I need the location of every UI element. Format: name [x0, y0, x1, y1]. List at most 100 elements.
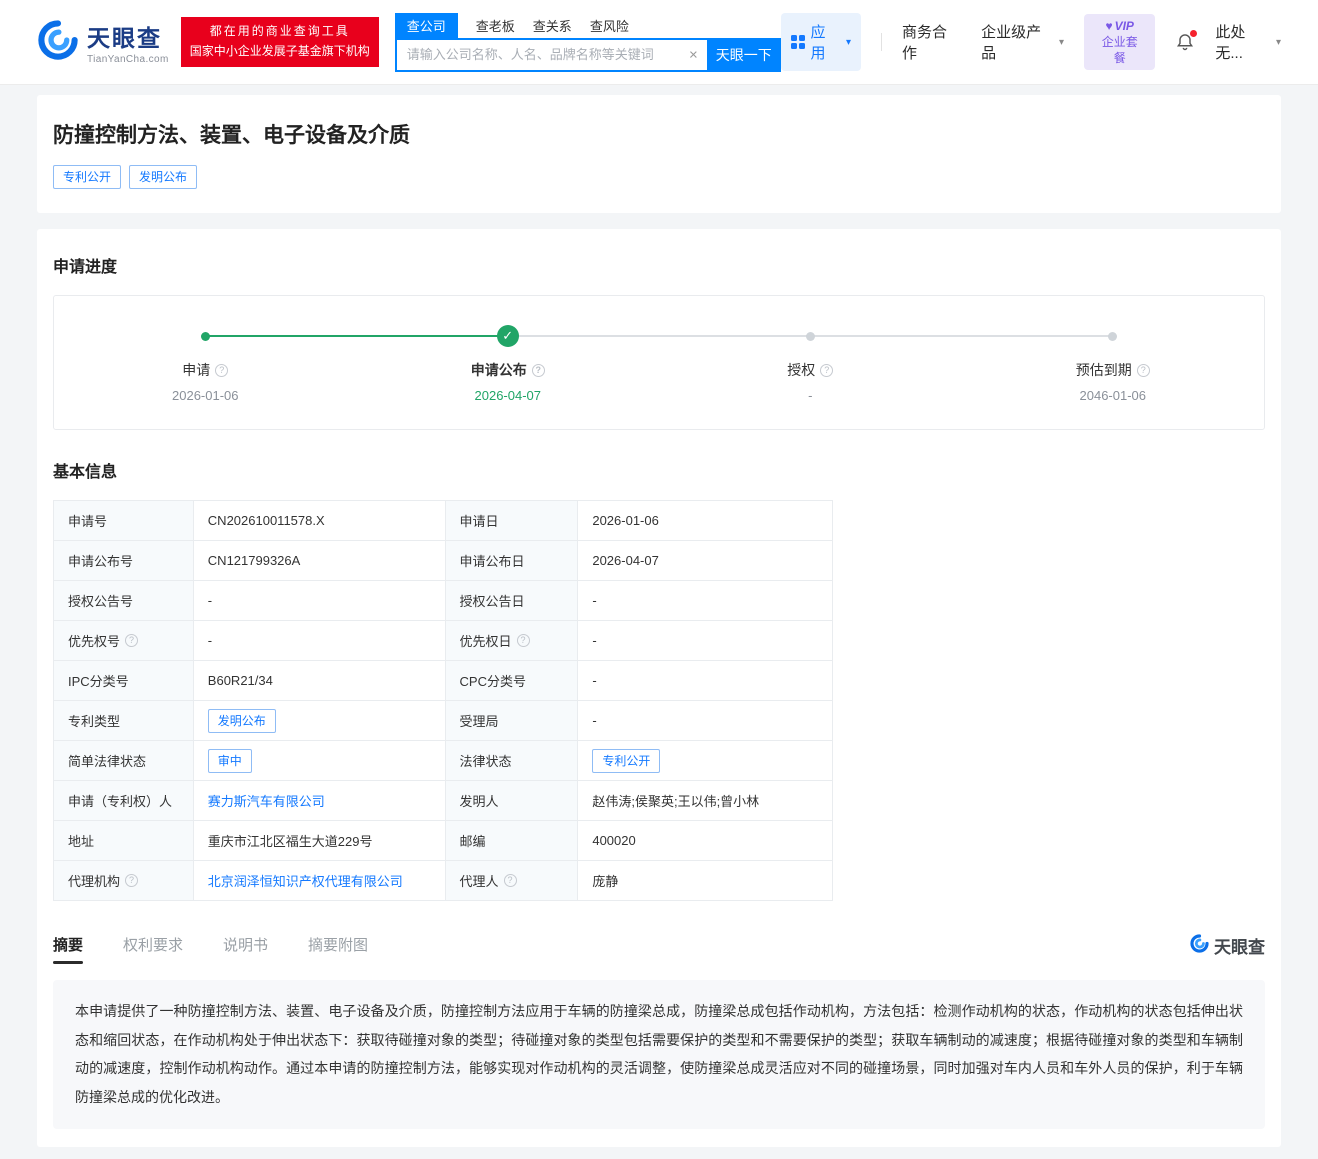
info-label: 法律状态 — [445, 741, 578, 781]
check-icon: ✓ — [497, 325, 519, 347]
info-label: 受理局 — [445, 701, 578, 741]
info-row: 专利类型 发明公布 受理局 - — [54, 701, 833, 741]
info-value: 2026-01-06 — [578, 501, 833, 541]
help-icon[interactable]: ? — [1137, 364, 1150, 377]
nav-business-cooperation[interactable]: 商务合作 — [902, 21, 961, 63]
promo-badge: 都在用的商业查询工具 国家中小企业发展子基金旗下机构 — [181, 17, 379, 67]
help-icon[interactable]: ? — [215, 364, 228, 377]
search-area: 查公司 查老板 查关系 查风险 × 天眼一下 — [395, 13, 781, 72]
step-label: 申请公布 — [471, 360, 527, 380]
info-value: - — [578, 701, 833, 741]
notification-bell-icon[interactable] — [1175, 32, 1195, 52]
info-label: 地址 — [54, 821, 194, 861]
tag-patent-publication: 专利公开 — [53, 165, 121, 189]
info-value: 北京润泽恒知识产权代理有限公司 — [193, 861, 445, 901]
agency-link[interactable]: 北京润泽恒知识产权代理有限公司 — [208, 874, 403, 889]
help-icon[interactable]: ? — [504, 874, 517, 887]
info-value: 审中 — [193, 741, 445, 781]
info-row: 地址 重庆市江北区福生大道229号 邮编 400020 — [54, 821, 833, 861]
info-label: CPC分类号 — [445, 661, 578, 701]
apps-label: 应用 — [811, 21, 840, 63]
help-icon[interactable]: ? — [532, 364, 545, 377]
info-row: 简单法律状态 审中 法律状态 专利公开 — [54, 741, 833, 781]
info-row: IPC分类号 B60R21/34 CPC分类号 - — [54, 661, 833, 701]
patent-tags: 专利公开 发明公布 — [53, 165, 1265, 189]
step-date: 2026-01-06 — [172, 388, 239, 403]
tab-abstract-figure[interactable]: 摘要附图 — [308, 934, 368, 964]
apps-menu[interactable]: 应用 ▾ — [781, 13, 861, 71]
basic-info-table: 申请号 CN202610011578.X 申请日 2026-01-06 申请公布… — [53, 500, 833, 901]
username: 此处无... — [1215, 21, 1272, 63]
abstract-text: 本申请提供了一种防撞控制方法、装置、电子设备及介质，防撞控制方法应用于车辆的防撞… — [53, 980, 1265, 1129]
caret-down-icon: ▾ — [846, 37, 851, 48]
step-dot-done — [201, 332, 210, 341]
info-label: 优先权日? — [445, 621, 578, 661]
search-tab-risk[interactable]: 查风险 — [590, 16, 629, 35]
vip-package-button[interactable]: ♥VIP 企业套餐 — [1084, 14, 1155, 71]
info-label: 简单法律状态 — [54, 741, 194, 781]
heart-icon: ♥ — [1105, 19, 1112, 33]
header: 天眼查 TianYanCha.com 都在用的商业查询工具 国家中小企业发展子基… — [0, 0, 1318, 85]
info-label: IPC分类号 — [54, 661, 194, 701]
help-icon[interactable]: ? — [820, 364, 833, 377]
progress-step-application: 申请 ? 2026-01-06 — [54, 324, 357, 403]
info-value: - — [578, 661, 833, 701]
info-label: 邮编 — [445, 821, 578, 861]
tab-claims[interactable]: 权利要求 — [123, 934, 183, 964]
info-value: 赵伟涛;侯聚英;王以伟;曾小林 — [578, 781, 833, 821]
clear-icon[interactable]: × — [689, 46, 698, 63]
logo[interactable]: 天眼查 TianYanCha.com — [37, 19, 169, 66]
info-value: - — [578, 621, 833, 661]
promo-line1: 都在用的商业查询工具 — [190, 22, 370, 42]
progress-step-publication: ✓ 申请公布 ? 2026-04-07 — [357, 324, 660, 403]
info-row: 申请号 CN202610011578.X 申请日 2026-01-06 — [54, 501, 833, 541]
tab-abstract[interactable]: 摘要 — [53, 934, 83, 964]
tag-invention-publication: 发明公布 — [129, 165, 197, 189]
step-label: 申请 — [182, 360, 210, 380]
header-nav: 应用 ▾ 商务合作 企业级产品 ▾ ♥VIP 企业套餐 此处无... ▾ — [781, 13, 1281, 71]
info-value: - — [578, 581, 833, 621]
info-value: 2026-04-07 — [578, 541, 833, 581]
search-tabs: 查公司 查老板 查关系 查风险 — [395, 13, 781, 38]
tag-invention-publication: 发明公布 — [208, 709, 276, 733]
step-dot-pending — [1108, 332, 1117, 341]
tab-description[interactable]: 说明书 — [223, 934, 268, 964]
patent-header-card: 防撞控制方法、装置、电子设备及介质 专利公开 发明公布 — [37, 95, 1281, 213]
step-label: 预估到期 — [1076, 360, 1132, 380]
info-label: 授权公告日 — [445, 581, 578, 621]
info-label: 发明人 — [445, 781, 578, 821]
watermark-text: 天眼查 — [1214, 933, 1265, 958]
help-icon[interactable]: ? — [125, 634, 138, 647]
info-row: 申请公布号 CN121799326A 申请公布日 2026-04-07 — [54, 541, 833, 581]
step-dot-pending — [806, 332, 815, 341]
application-progress: 申请 ? 2026-01-06 ✓ 申请公布 ? 2026-04-07 — [53, 295, 1265, 430]
divider — [881, 33, 882, 51]
info-label: 授权公告号 — [54, 581, 194, 621]
cooperation-label: 商务合作 — [902, 21, 961, 63]
info-value: 重庆市江北区福生大道229号 — [193, 821, 445, 861]
progress-step-grant: 授权 ? - — [659, 324, 962, 403]
search-button[interactable]: 天眼一下 — [707, 38, 781, 72]
logo-text-en: TianYanCha.com — [87, 54, 169, 65]
info-label: 专利类型 — [54, 701, 194, 741]
info-label: 代理机构? — [54, 861, 194, 901]
nav-enterprise-products[interactable]: 企业级产品 ▾ — [981, 21, 1064, 63]
search-tab-boss[interactable]: 查老板 — [476, 16, 515, 35]
search-input[interactable] — [395, 38, 707, 72]
help-icon[interactable]: ? — [125, 874, 138, 887]
info-value: 400020 — [578, 821, 833, 861]
vip-sub-label: 企业套餐 — [1096, 34, 1143, 66]
search-tab-company[interactable]: 查公司 — [395, 13, 458, 38]
page-content: 防撞控制方法、装置、电子设备及介质 专利公开 发明公布 申请进度 申请 ? 20… — [0, 85, 1318, 1159]
tianyancha-logo-icon — [1190, 934, 1209, 958]
info-row: 授权公告号 - 授权公告日 - — [54, 581, 833, 621]
step-date: - — [808, 388, 812, 403]
info-value: 发明公布 — [193, 701, 445, 741]
user-menu[interactable]: 此处无... ▾ — [1215, 21, 1281, 63]
enterprise-label: 企业级产品 — [981, 21, 1055, 63]
info-value: - — [193, 581, 445, 621]
help-icon[interactable]: ? — [517, 634, 530, 647]
info-label: 申请公布号 — [54, 541, 194, 581]
applicant-link[interactable]: 赛力斯汽车有限公司 — [208, 794, 325, 809]
search-tab-relation[interactable]: 查关系 — [533, 16, 572, 35]
